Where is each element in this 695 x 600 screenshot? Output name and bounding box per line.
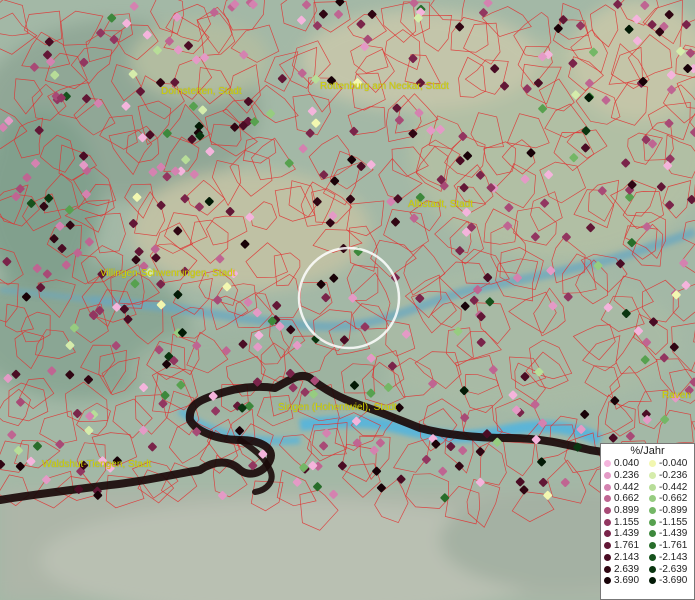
legend-swatch bbox=[649, 460, 656, 468]
legend-value: -0.899 bbox=[659, 505, 688, 517]
legend-entry: 2.639 bbox=[604, 563, 649, 575]
legend-value: 0.040 bbox=[614, 458, 640, 470]
place-label-rottenburg: Rottenburg am Neckar, Stadt bbox=[320, 81, 449, 92]
place-label-waldshut-tiengen: Waldshut-Tiengen, Stadt bbox=[42, 459, 152, 470]
legend-entry: 2.143 bbox=[604, 552, 649, 564]
legend-value: -2.143 bbox=[659, 551, 688, 563]
legend-swatch bbox=[604, 495, 611, 503]
legend-title: %/Jahr bbox=[630, 445, 665, 457]
legend-value: 1.155 bbox=[614, 516, 640, 528]
legend-entry: -1.155 bbox=[649, 516, 694, 528]
legend-swatch bbox=[604, 460, 611, 468]
legend-swatch bbox=[604, 483, 611, 491]
legend-value: -0.662 bbox=[659, 493, 688, 505]
legend-entry: -1.761 bbox=[649, 540, 694, 552]
legend-swatch bbox=[604, 565, 611, 573]
legend-entry: 1.155 bbox=[604, 516, 649, 528]
legend-value: 0.899 bbox=[614, 505, 640, 517]
legend-positive-column: 0.040 0.236 0.442 0.662 0.899 1.155 1.439 1.761… bbox=[604, 458, 649, 587]
legend-value: 0.662 bbox=[614, 493, 640, 505]
legend-entry: -0.236 bbox=[649, 470, 694, 482]
place-label-singen: Singen (Hohentwiel), Stadt bbox=[278, 402, 397, 413]
legend-entry: 3.690 bbox=[604, 575, 649, 587]
legend-swatch bbox=[604, 507, 611, 515]
map-legend: %/Jahr 0.040 0.236 0.442 0.662 0.899 1.155 1.4… bbox=[600, 443, 695, 600]
legend-value: -0.040 bbox=[659, 458, 688, 470]
legend-swatch bbox=[649, 472, 656, 480]
place-label-villingen-schwenningen: Villingen-Schwenningen, Stadt bbox=[100, 268, 236, 279]
place-label-dornstetten: Dornstetten, Stadt bbox=[161, 86, 242, 97]
legend-swatch bbox=[649, 553, 656, 561]
place-label-ravensburg: Raven bbox=[662, 390, 691, 401]
legend-swatch bbox=[604, 530, 611, 538]
legend-entry: -2.143 bbox=[649, 552, 694, 564]
legend-value: 0.236 bbox=[614, 470, 640, 482]
legend-entry: -0.442 bbox=[649, 481, 694, 493]
legend-entry: -3.690 bbox=[649, 575, 694, 587]
legend-entry: -2.639 bbox=[649, 563, 694, 575]
legend-swatch bbox=[649, 483, 656, 491]
legend-swatch bbox=[604, 553, 611, 561]
legend-entry: -0.040 bbox=[649, 458, 694, 470]
legend-swatch bbox=[604, 577, 611, 585]
legend-value: -0.236 bbox=[659, 470, 688, 482]
legend-entry: 0.899 bbox=[604, 505, 649, 517]
legend-swatch bbox=[649, 565, 656, 573]
legend-swatch bbox=[604, 542, 611, 550]
legend-swatch bbox=[649, 542, 656, 550]
legend-value: 2.143 bbox=[614, 551, 640, 563]
legend-value: -1.761 bbox=[659, 540, 688, 552]
map-view[interactable]: Dornstetten, Stadt Rottenburg am Neckar,… bbox=[0, 0, 695, 600]
legend-value: 2.639 bbox=[614, 563, 640, 575]
legend-value: -1.155 bbox=[659, 516, 688, 528]
legend-swatch bbox=[649, 518, 656, 526]
legend-swatch bbox=[649, 495, 656, 503]
legend-value: 3.690 bbox=[614, 575, 640, 587]
legend-swatch bbox=[604, 518, 611, 526]
legend-entry: 1.761 bbox=[604, 540, 649, 552]
legend-entry: 0.040 bbox=[604, 458, 649, 470]
legend-value: -3.690 bbox=[659, 575, 688, 587]
legend-value: -1.439 bbox=[659, 528, 688, 540]
legend-value: -2.639 bbox=[659, 563, 688, 575]
legend-negative-column: -0.040 -0.236 -0.442 -0.662 -0.899 -1.155 -1.4… bbox=[649, 458, 694, 587]
legend-value: 1.761 bbox=[614, 540, 640, 552]
legend-entry: -0.662 bbox=[649, 493, 694, 505]
legend-swatch bbox=[649, 530, 656, 538]
legend-value: 0.442 bbox=[614, 481, 640, 493]
legend-swatch bbox=[649, 577, 656, 585]
legend-value: -0.442 bbox=[659, 481, 688, 493]
legend-swatch bbox=[604, 472, 611, 480]
legend-value: 1.439 bbox=[614, 528, 640, 540]
legend-entry: 0.442 bbox=[604, 481, 649, 493]
place-label-albstadt: Albstadt, Stadt bbox=[408, 199, 474, 210]
legend-entry: -0.899 bbox=[649, 505, 694, 517]
legend-entry: 0.662 bbox=[604, 493, 649, 505]
legend-swatch bbox=[649, 507, 656, 515]
legend-entry: 0.236 bbox=[604, 470, 649, 482]
legend-entry: 1.439 bbox=[604, 528, 649, 540]
legend-entry: -1.439 bbox=[649, 528, 694, 540]
